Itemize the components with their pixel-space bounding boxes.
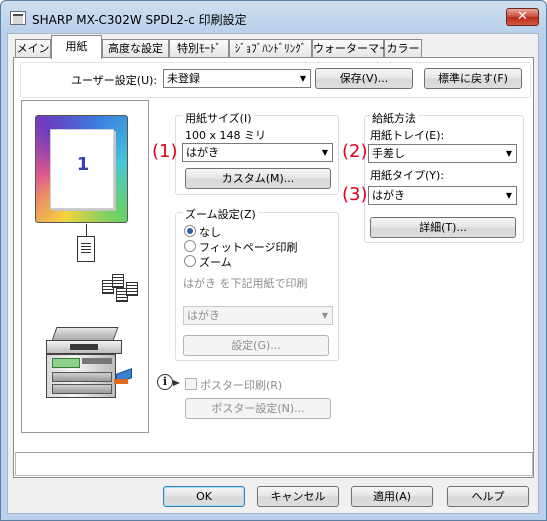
ok-button[interactable]: OK [163, 486, 245, 507]
paper-type-label: 用紙タイプ(Y): [370, 169, 445, 182]
paper-preview-frame: 1 [35, 115, 128, 223]
printer-illustration-icon [40, 327, 134, 403]
annotation-3: (3) [342, 184, 368, 205]
zoom-none-label: なし [199, 226, 221, 239]
info-icon: i [157, 374, 181, 390]
zoom-custom-label: ズーム [199, 256, 232, 269]
help-button[interactable]: ヘルプ [447, 486, 529, 507]
paper-tray-value: 手差し [372, 147, 405, 160]
paper-size-value: はがき [186, 146, 219, 159]
user-settings-select[interactable]: 未登録 ▼ [163, 69, 311, 88]
chevron-down-icon: ▼ [321, 148, 328, 157]
zoom-custom-radio[interactable] [184, 255, 196, 267]
preview-pane: 1 [21, 100, 149, 433]
zoom-fit-page-radio[interactable] [184, 240, 196, 252]
tab-color[interactable]: カラー [384, 39, 422, 58]
chevron-down-icon: ▼ [321, 311, 328, 320]
paper-type-select[interactable]: はがき ▼ [368, 186, 517, 205]
annotation-2: (2) [342, 141, 368, 162]
zoom-target-paper-value: はがき [187, 309, 220, 322]
printer-icon [10, 11, 26, 25]
zoom-settings-button[interactable]: 設定(G)... [183, 335, 329, 356]
paper-preview-sheet: 1 [50, 129, 114, 209]
custom-size-button[interactable]: カスタム(M)... [185, 168, 331, 189]
paper-tray-select[interactable]: 手差し ▼ [368, 144, 517, 163]
reset-defaults-button[interactable]: 標準に戻す(F) [424, 68, 522, 89]
zoom-none-radio[interactable] [184, 225, 196, 237]
paper-size-group-label: 用紙サイズ(I) [183, 110, 254, 126]
title-bar[interactable]: SHARP MX-C302W SPDL2-c 印刷設定 ✕ [2, 2, 545, 32]
chevron-down-icon: ▼ [505, 149, 512, 158]
document-lines [81, 243, 91, 255]
tab-job-handling[interactable]: ｼﾞｮﾌﾞﾊﾝﾄﾞﾘﾝｸﾞ [229, 39, 312, 58]
status-bar [15, 452, 533, 476]
chevron-down-icon: ▼ [299, 74, 306, 83]
tab-main[interactable]: メイン [15, 39, 51, 58]
tab-watermark[interactable]: ウォーターマーク [312, 39, 401, 58]
tab-special-modes[interactable]: 特別ﾓｰﾄﾞ [169, 39, 229, 58]
page-number: 1 [76, 154, 90, 175]
multi-document-icon [102, 272, 142, 306]
paper-size-dimensions: 100 x 148 ミリ [185, 129, 266, 142]
zoom-fit-page-label: フィットページ印刷 [199, 241, 298, 254]
paper-type-value: はがき [372, 189, 405, 202]
tab-paper[interactable]: 用紙 [51, 35, 102, 59]
poster-print-label: ポスター印刷(R) [200, 379, 283, 392]
paper-size-select[interactable]: はがき ▼ [182, 143, 333, 162]
paper-tray-label: 用紙トレイ(E): [370, 129, 445, 142]
zoom-print-on-label: はがき を下記用紙で印刷 [183, 277, 308, 290]
user-settings-label: ユーザー設定(U): [71, 74, 158, 87]
tab-advanced[interactable]: 高度な設定 [102, 39, 169, 58]
apply-button[interactable]: 適用(A) [351, 486, 433, 507]
close-button[interactable]: ✕ [506, 8, 539, 26]
window-title: SHARP MX-C302W SPDL2-c 印刷設定 [32, 13, 247, 27]
zoom-target-paper-select[interactable]: はがき ▼ [183, 306, 333, 325]
chevron-down-icon: ▼ [505, 191, 512, 200]
save-settings-button[interactable]: 保存(V)... [315, 68, 413, 89]
zoom-settings-group-label: ズーム設定(Z) [183, 206, 258, 222]
annotation-1: (1) [152, 141, 178, 162]
poster-settings-button[interactable]: ポスター設定(N)... [185, 398, 331, 419]
paper-source-group-label: 給紙方法 [370, 110, 418, 126]
output-document-icon [77, 236, 95, 262]
user-settings-value: 未登録 [167, 72, 200, 85]
cancel-button[interactable]: キャンセル [257, 486, 339, 507]
paper-type-details-button[interactable]: 詳細(T)... [370, 217, 516, 238]
poster-print-checkbox[interactable] [185, 378, 197, 390]
